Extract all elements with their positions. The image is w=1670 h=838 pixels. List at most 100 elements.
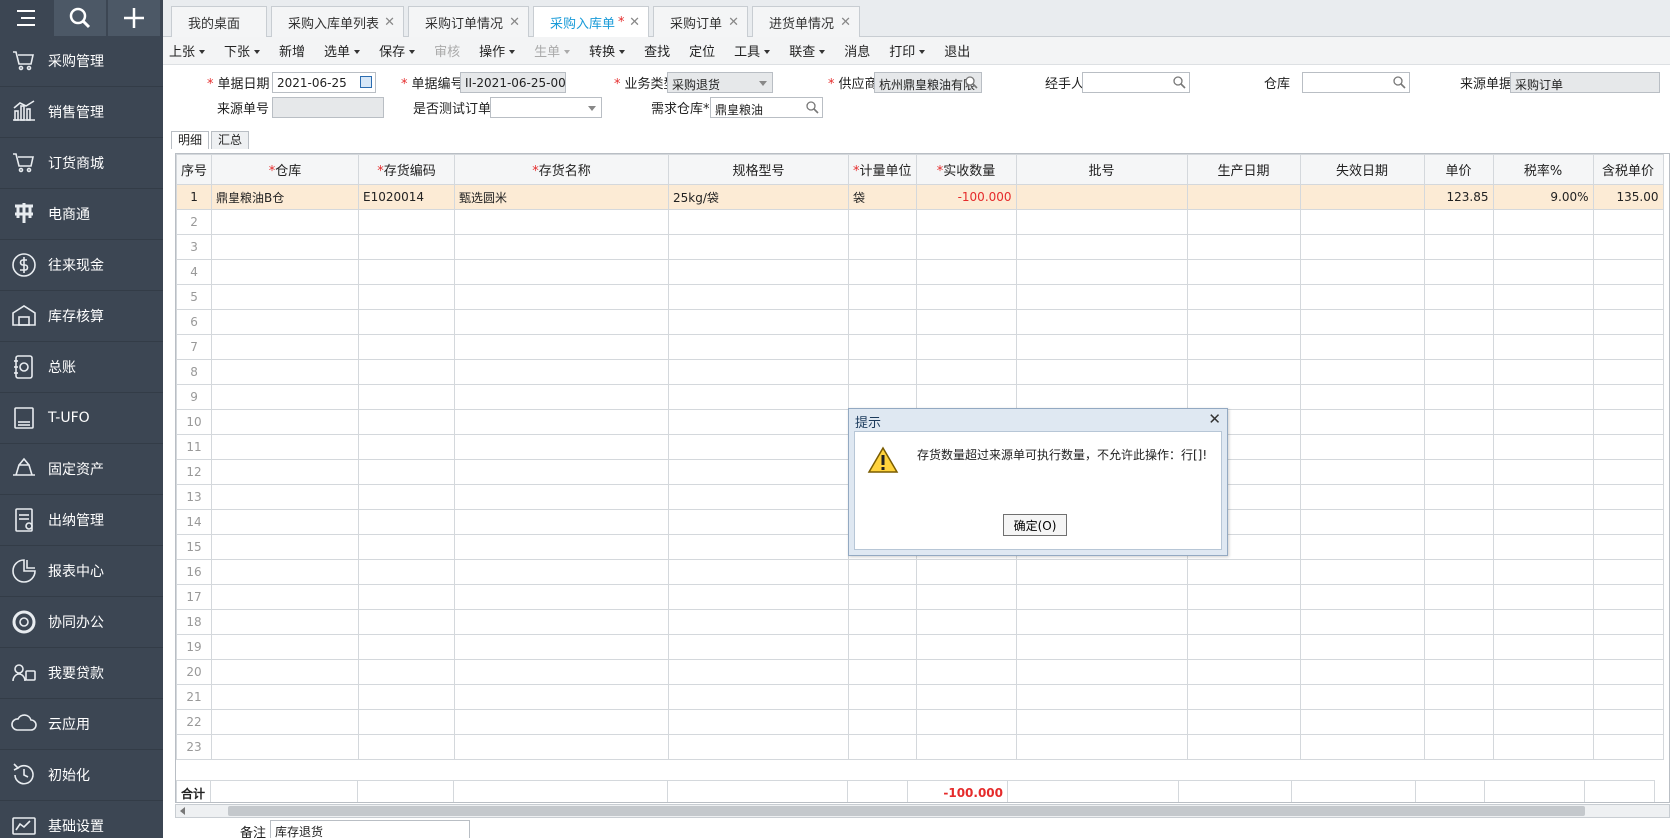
table-cell[interactable] xyxy=(1015,359,1188,385)
table-cell[interactable] xyxy=(915,359,1017,385)
table-cell[interactable] xyxy=(1592,459,1664,485)
table-cell[interactable] xyxy=(668,234,850,260)
table-cell[interactable] xyxy=(668,359,850,385)
close-icon[interactable]: ✕ xyxy=(629,15,640,30)
table-cell[interactable] xyxy=(1299,434,1425,460)
table-cell[interactable] xyxy=(1592,734,1664,760)
table-cell[interactable] xyxy=(668,509,850,535)
table-cell[interactable] xyxy=(668,584,850,610)
table-cell[interactable] xyxy=(1186,384,1301,410)
table-cell[interactable] xyxy=(358,334,456,360)
table-row[interactable]: 19 xyxy=(176,634,1664,660)
table-cell[interactable] xyxy=(848,584,917,610)
table-cell[interactable] xyxy=(1299,334,1425,360)
table-cell[interactable] xyxy=(1423,259,1494,285)
table-cell[interactable] xyxy=(1015,184,1188,210)
table-cell[interactable] xyxy=(1592,259,1664,285)
table-cell[interactable] xyxy=(211,634,360,660)
table-cell[interactable] xyxy=(358,459,456,485)
table-cell[interactable] xyxy=(358,534,456,560)
table-cell[interactable] xyxy=(1492,409,1594,435)
table-cell[interactable] xyxy=(668,634,850,660)
table-row[interactable]: 20 xyxy=(176,659,1664,685)
table-cell[interactable] xyxy=(454,359,670,385)
toolbar-button-14[interactable]: 消息 xyxy=(844,41,870,60)
table-cell[interactable] xyxy=(358,734,456,760)
table-row[interactable]: 22 xyxy=(176,709,1664,735)
table-cell[interactable] xyxy=(358,584,456,610)
table-cell[interactable] xyxy=(1299,409,1425,435)
table-cell[interactable] xyxy=(668,534,850,560)
table-row[interactable]: 2 xyxy=(176,209,1664,235)
table-cell[interactable] xyxy=(454,559,670,585)
table-cell[interactable] xyxy=(1299,684,1425,710)
column-header[interactable]: *存货名称 xyxy=(454,154,670,185)
table-cell[interactable] xyxy=(1492,384,1594,410)
tab-desktop[interactable]: 我的桌面 xyxy=(171,6,267,37)
toolbar-button-11[interactable]: 定位 xyxy=(689,41,715,60)
table-cell[interactable] xyxy=(1299,584,1425,610)
column-header[interactable]: 序号 xyxy=(176,154,213,185)
table-cell[interactable] xyxy=(1423,584,1494,610)
table-cell[interactable] xyxy=(358,609,456,635)
table-cell[interactable] xyxy=(1492,309,1594,335)
table-cell[interactable] xyxy=(1492,609,1594,635)
table-cell[interactable] xyxy=(915,234,1017,260)
sidebar-item-11[interactable]: 报表中心 xyxy=(0,546,163,597)
table-cell[interactable] xyxy=(668,609,850,635)
sidebar-item-13[interactable]: 我要贷款 xyxy=(0,648,163,699)
tab-stock-in-status[interactable]: 进货单情况 ✕ xyxy=(752,6,860,37)
table-cell[interactable] xyxy=(1186,259,1301,285)
toolbar-button-5[interactable]: 保存 xyxy=(379,41,416,60)
table-cell[interactable] xyxy=(1299,209,1425,235)
toolbar-button-13[interactable]: 联查 xyxy=(789,41,826,60)
table-cell[interactable] xyxy=(1592,234,1664,260)
table-cell[interactable] xyxy=(1492,634,1594,660)
table-cell[interactable] xyxy=(1186,709,1301,735)
table-cell[interactable] xyxy=(1423,434,1494,460)
table-cell[interactable] xyxy=(1592,684,1664,710)
table-cell[interactable] xyxy=(1186,584,1301,610)
table-cell[interactable] xyxy=(454,684,670,710)
table-cell[interactable] xyxy=(454,309,670,335)
table-cell[interactable] xyxy=(1492,434,1594,460)
table-row[interactable]: 23 xyxy=(176,734,1664,760)
table-cell[interactable] xyxy=(358,384,456,410)
table-cell[interactable] xyxy=(1592,584,1664,610)
column-header[interactable]: 含税单价 xyxy=(1592,154,1664,185)
toolbar-button-12[interactable]: 工具 xyxy=(734,41,771,60)
table-cell[interactable] xyxy=(454,659,670,685)
table-cell[interactable] xyxy=(211,434,360,460)
table-cell[interactable] xyxy=(1186,209,1301,235)
table-cell[interactable] xyxy=(1299,184,1425,210)
table-cell[interactable] xyxy=(1299,359,1425,385)
table-cell[interactable] xyxy=(848,334,917,360)
table-cell[interactable] xyxy=(915,634,1017,660)
table-cell[interactable]: 25kg/袋 xyxy=(668,184,850,210)
tab-purchase-receipt-list[interactable]: 采购入库单列表 ✕ xyxy=(271,6,404,37)
biztype-select[interactable]: 采购退货 xyxy=(667,72,773,93)
toolbar-button-6[interactable]: 审核 xyxy=(434,41,460,60)
remark-field[interactable]: 库存退货 xyxy=(270,820,470,838)
table-cell[interactable] xyxy=(358,709,456,735)
table-cell[interactable] xyxy=(1299,709,1425,735)
table-cell[interactable] xyxy=(668,434,850,460)
code-field[interactable]: II-2021-06-25-0006 xyxy=(460,72,566,93)
table-cell[interactable] xyxy=(1423,209,1494,235)
table-cell[interactable] xyxy=(668,209,850,235)
calendar-icon[interactable] xyxy=(360,76,372,88)
table-cell[interactable] xyxy=(1015,259,1188,285)
table-cell[interactable] xyxy=(1299,509,1425,535)
sidebar-item-16[interactable]: 基础设置 xyxy=(0,801,163,838)
table-cell[interactable] xyxy=(211,734,360,760)
table-cell[interactable] xyxy=(454,284,670,310)
table-cell[interactable] xyxy=(848,559,917,585)
table-cell[interactable] xyxy=(1186,234,1301,260)
tab-summary[interactable]: 汇总 xyxy=(211,131,250,149)
table-cell[interactable] xyxy=(1299,309,1425,335)
table-cell[interactable] xyxy=(1299,634,1425,660)
table-cell[interactable] xyxy=(211,659,360,685)
table-cell[interactable] xyxy=(668,734,850,760)
table-cell[interactable] xyxy=(1186,309,1301,335)
sidebar-item-1[interactable]: 采购管理 xyxy=(0,36,163,87)
